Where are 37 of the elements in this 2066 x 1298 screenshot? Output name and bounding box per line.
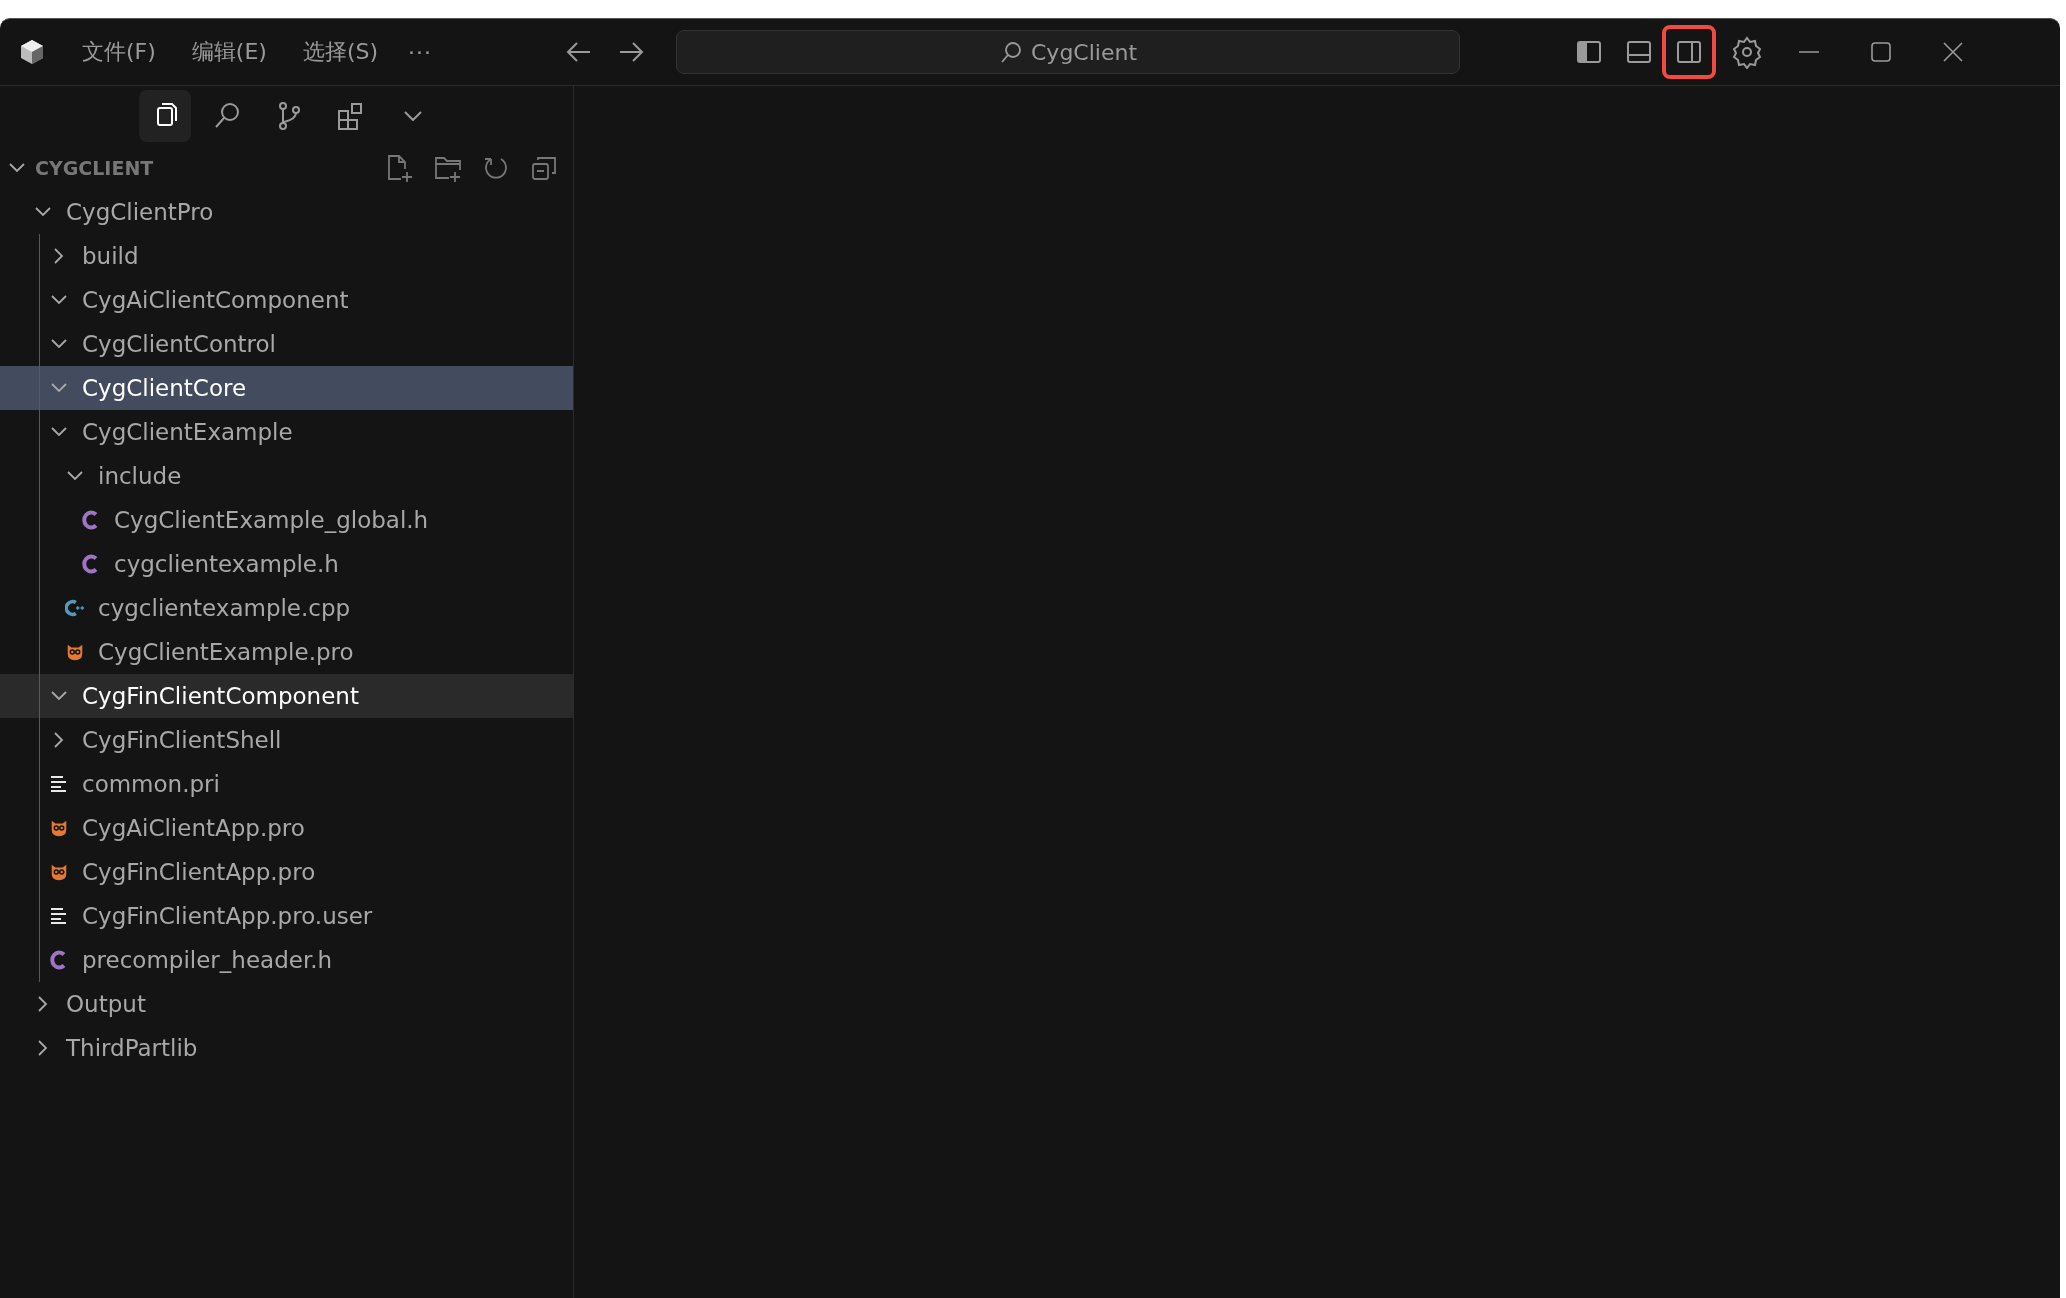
tree-item[interactable]: build: [0, 234, 573, 278]
tree-item[interactable]: Output: [0, 982, 573, 1026]
tree-item[interactable]: CygClientControl: [0, 322, 573, 366]
section-title[interactable]: CYGCLIENT: [35, 157, 154, 179]
tree-item[interactable]: CygAiClientComponent: [0, 278, 573, 322]
tree-item[interactable]: cygclientexample.cpp: [0, 586, 573, 630]
lines-icon: [49, 775, 69, 793]
tree-item[interactable]: CygClientCore: [0, 366, 573, 410]
chevron-icon: [404, 111, 422, 121]
command-center-field[interactable]: CygClient: [676, 30, 1461, 74]
tree-item[interactable]: CygFinClientShell: [0, 718, 573, 762]
layout-toggle-button[interactable]: [1662, 25, 1717, 79]
tree-item[interactable]: CygClientExample.pro: [0, 630, 573, 674]
tree-item[interactable]: CygClientExample: [0, 410, 573, 454]
tree-item[interactable]: CygAiClientApp.pro: [0, 806, 573, 850]
menu-item[interactable]: 文件(F): [76, 33, 162, 71]
tree-item[interactable]: CygClientExample_global.h: [0, 498, 573, 542]
activity-tab[interactable]: [139, 90, 191, 142]
tree-item[interactable]: CygFinClientApp.pro.user: [0, 894, 573, 938]
app-logo-icon: [18, 38, 46, 66]
cpp-file-icon: [65, 597, 85, 619]
lines-icon: [49, 907, 69, 925]
tree-item[interactable]: precompiler_header.h: [0, 938, 573, 982]
tree-item[interactable]: CygFinClientApp.pro: [0, 850, 573, 894]
close-icon[interactable]: [1942, 41, 1965, 63]
tree-item[interactable]: include: [0, 454, 573, 498]
menu-item[interactable]: 选择(S): [296, 33, 385, 71]
menu-item[interactable]: 编辑(E): [185, 33, 273, 71]
maximize-icon[interactable]: [1870, 41, 1893, 63]
new-file-icon[interactable]: [385, 153, 415, 183]
more-menu-button[interactable]: ···: [408, 39, 433, 65]
tree-item[interactable]: cygclientexample.h: [0, 542, 573, 586]
tree-item[interactable]: ThirdPartlib: [0, 1026, 573, 1070]
tree-item[interactable]: CygClientPro: [0, 190, 573, 234]
search-icon: [999, 40, 1023, 64]
tree-item[interactable]: common.pri: [0, 762, 573, 806]
tree-item[interactable]: CygFinClientComponent: [0, 674, 573, 718]
